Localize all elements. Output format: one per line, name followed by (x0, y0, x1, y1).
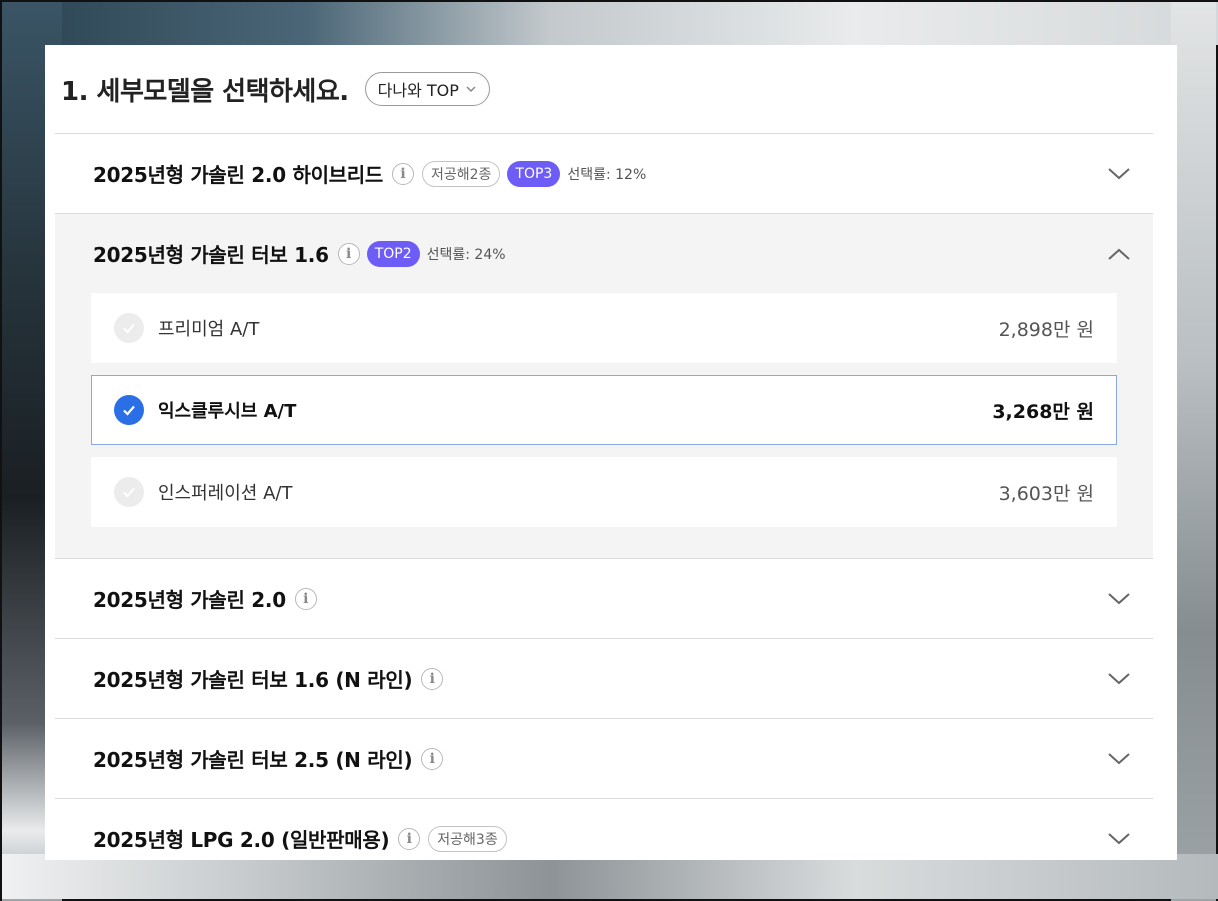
selection-rate: 선택률: 24% (426, 246, 506, 263)
background-top (2, 2, 1218, 45)
trim-option-price: 2,898만 원 (998, 318, 1094, 341)
check-icon[interactable] (114, 477, 144, 507)
trim-option-list: 프리미엄 A/T 2,898만 원 익스클루시브 A/T 3,268만 원 인스… (55, 293, 1153, 558)
model-group-header[interactable]: 2025년형 LPG 2.0 (일반판매용) i 저공해3종 (55, 799, 1153, 860)
trim-option[interactable]: 인스퍼레이션 A/T 3,603만 원 (91, 457, 1117, 527)
top-rank-badge: TOP2 (366, 240, 420, 267)
trim-option-name: 익스클루시브 A/T (158, 401, 297, 422)
info-icon[interactable]: i (398, 827, 421, 850)
model-group-expanded: 2025년형 가솔린 터보 1.6 i TOP2 선택률: 24% 프리미엄 A… (55, 214, 1153, 559)
model-group-header[interactable]: 2025년형 가솔린 2.0 i (55, 559, 1153, 638)
trim-option-price: 3,268만 원 (992, 400, 1094, 423)
background-right (1171, 2, 1216, 901)
sort-dropdown-label: 다나와 TOP (377, 81, 459, 100)
model-group-title: 2025년형 가솔린 터보 2.5 (N 라인) (93, 748, 413, 772)
trim-option-name: 프리미엄 A/T (158, 319, 260, 340)
info-icon[interactable]: i (294, 587, 317, 610)
selection-rate: 선택률: 12% (567, 166, 647, 183)
model-group-header[interactable]: 2025년형 가솔린 터보 1.6 (N 라인) i (55, 639, 1153, 718)
top-rank-badge: TOP3 (507, 160, 561, 187)
model-group: 2025년형 가솔린 터보 1.6 (N 라인) i (55, 639, 1153, 719)
model-group-title: 2025년형 가솔린 터보 1.6 (93, 243, 329, 267)
info-icon[interactable]: i (421, 667, 444, 690)
model-select-panel: 1. 세부모델을 선택하세요. 다나와 TOP 2025년형 가솔린 2.0 하… (45, 45, 1177, 860)
panel-header: 1. 세부모델을 선택하세요. 다나와 TOP (45, 45, 1177, 133)
emission-chip: 저공해2종 (421, 160, 501, 187)
model-group-header[interactable]: 2025년형 가솔린 2.0 하이브리드 i 저공해2종 TOP3 선택률: 1… (55, 134, 1153, 213)
model-group-header[interactable]: 2025년형 가솔린 터보 1.6 i TOP2 선택률: 24% (55, 214, 1153, 293)
model-group-list: 2025년형 가솔린 2.0 하이브리드 i 저공해2종 TOP3 선택률: 1… (55, 133, 1153, 860)
check-icon[interactable] (114, 313, 144, 343)
chevron-down-icon[interactable] (1107, 165, 1131, 183)
trim-option[interactable]: 프리미엄 A/T 2,898만 원 (91, 293, 1117, 363)
model-group-title: 2025년형 LPG 2.0 (일반판매용) (93, 828, 390, 852)
trim-option-name: 인스퍼레이션 A/T (158, 483, 293, 504)
check-icon[interactable] (114, 395, 144, 425)
model-group-title: 2025년형 가솔린 2.0 하이브리드 (93, 163, 383, 187)
trim-option-selected[interactable]: 익스클루시브 A/T 3,268만 원 (91, 375, 1117, 445)
model-group: 2025년형 LPG 2.0 (일반판매용) i 저공해3종 (55, 799, 1153, 860)
chevron-down-icon[interactable] (1107, 830, 1131, 848)
page-title: 1. 세부모델을 선택하세요. (61, 76, 349, 107)
chevron-down-icon[interactable] (1107, 750, 1131, 768)
trim-option-price: 3,603만 원 (998, 482, 1094, 505)
info-icon[interactable]: i (337, 242, 360, 265)
model-group-title: 2025년형 가솔린 터보 1.6 (N 라인) (93, 668, 413, 692)
chevron-down-icon[interactable] (1107, 670, 1131, 688)
model-group: 2025년형 가솔린 2.0 i (55, 559, 1153, 639)
model-group-title: 2025년형 가솔린 2.0 (93, 588, 286, 612)
info-icon[interactable]: i (421, 747, 444, 770)
background-bottom (2, 854, 1218, 899)
chevron-down-icon (466, 86, 476, 93)
model-group: 2025년형 가솔린 2.0 하이브리드 i 저공해2종 TOP3 선택률: 1… (55, 134, 1153, 214)
info-icon[interactable]: i (391, 162, 414, 185)
emission-chip: 저공해3종 (428, 825, 507, 852)
chevron-up-icon[interactable] (1107, 245, 1131, 263)
sort-dropdown[interactable]: 다나와 TOP (364, 72, 490, 106)
chevron-down-icon[interactable] (1107, 590, 1131, 608)
model-group-header[interactable]: 2025년형 가솔린 터보 2.5 (N 라인) i (55, 719, 1153, 798)
model-group: 2025년형 가솔린 터보 2.5 (N 라인) i (55, 719, 1153, 799)
